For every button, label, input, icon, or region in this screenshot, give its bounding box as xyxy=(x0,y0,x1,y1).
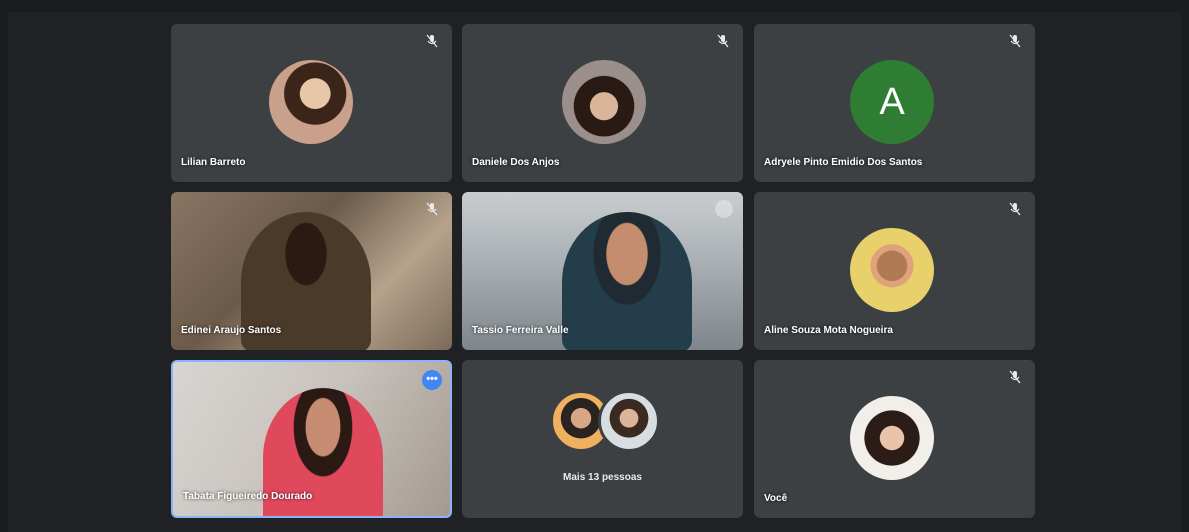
participant-tile[interactable]: Daniele Dos Anjos xyxy=(462,24,743,182)
participant-name: Aline Souza Mota Nogueira xyxy=(764,325,893,336)
participant-video-tile[interactable]: Edinei Araujo Santos xyxy=(171,192,452,350)
avatar xyxy=(562,60,646,144)
avatar: A xyxy=(850,60,934,144)
mic-off-icon xyxy=(1009,370,1021,384)
participant-video-tile-active[interactable]: ••• Tabata Figueiredo Dourado xyxy=(171,360,452,518)
pin-icon[interactable] xyxy=(715,200,733,218)
participant-name: Lilian Barreto xyxy=(181,157,246,168)
avatar xyxy=(598,390,660,452)
participant-video-tile[interactable]: Tassio Ferreira Valle xyxy=(462,192,743,350)
group-avatars xyxy=(550,390,660,454)
avatar xyxy=(269,60,353,144)
participant-name: Tabata Figueiredo Dourado xyxy=(183,491,313,502)
participant-name: Você xyxy=(764,493,788,504)
participant-name: Adryele Pinto Emidio Dos Santos xyxy=(764,157,923,168)
participant-tile-self[interactable]: Você xyxy=(754,360,1035,518)
participant-name: Edinei Araujo Santos xyxy=(181,325,282,336)
avatar xyxy=(850,228,934,312)
avatar xyxy=(850,396,934,480)
participant-tile[interactable]: A Adryele Pinto Emidio Dos Santos xyxy=(754,24,1035,182)
more-participants-tile[interactable]: Mais 13 pessoas xyxy=(462,360,743,518)
mic-off-icon xyxy=(426,202,438,216)
mic-off-icon xyxy=(426,34,438,48)
participant-tile[interactable]: Lilian Barreto xyxy=(171,24,452,182)
participant-name: Daniele Dos Anjos xyxy=(472,157,560,168)
participant-name: Tassio Ferreira Valle xyxy=(472,325,569,336)
mic-off-icon xyxy=(1009,202,1021,216)
more-options-icon[interactable]: ••• xyxy=(422,370,442,390)
more-participants-label: Mais 13 pessoas xyxy=(563,472,642,483)
participant-tile[interactable]: Aline Souza Mota Nogueira xyxy=(754,192,1035,350)
video-feed xyxy=(562,212,692,350)
mic-off-icon xyxy=(717,34,729,48)
mic-off-icon xyxy=(1009,34,1021,48)
meeting-stage: Lilian Barreto Daniele Dos Anjos A Adrye… xyxy=(8,12,1181,532)
